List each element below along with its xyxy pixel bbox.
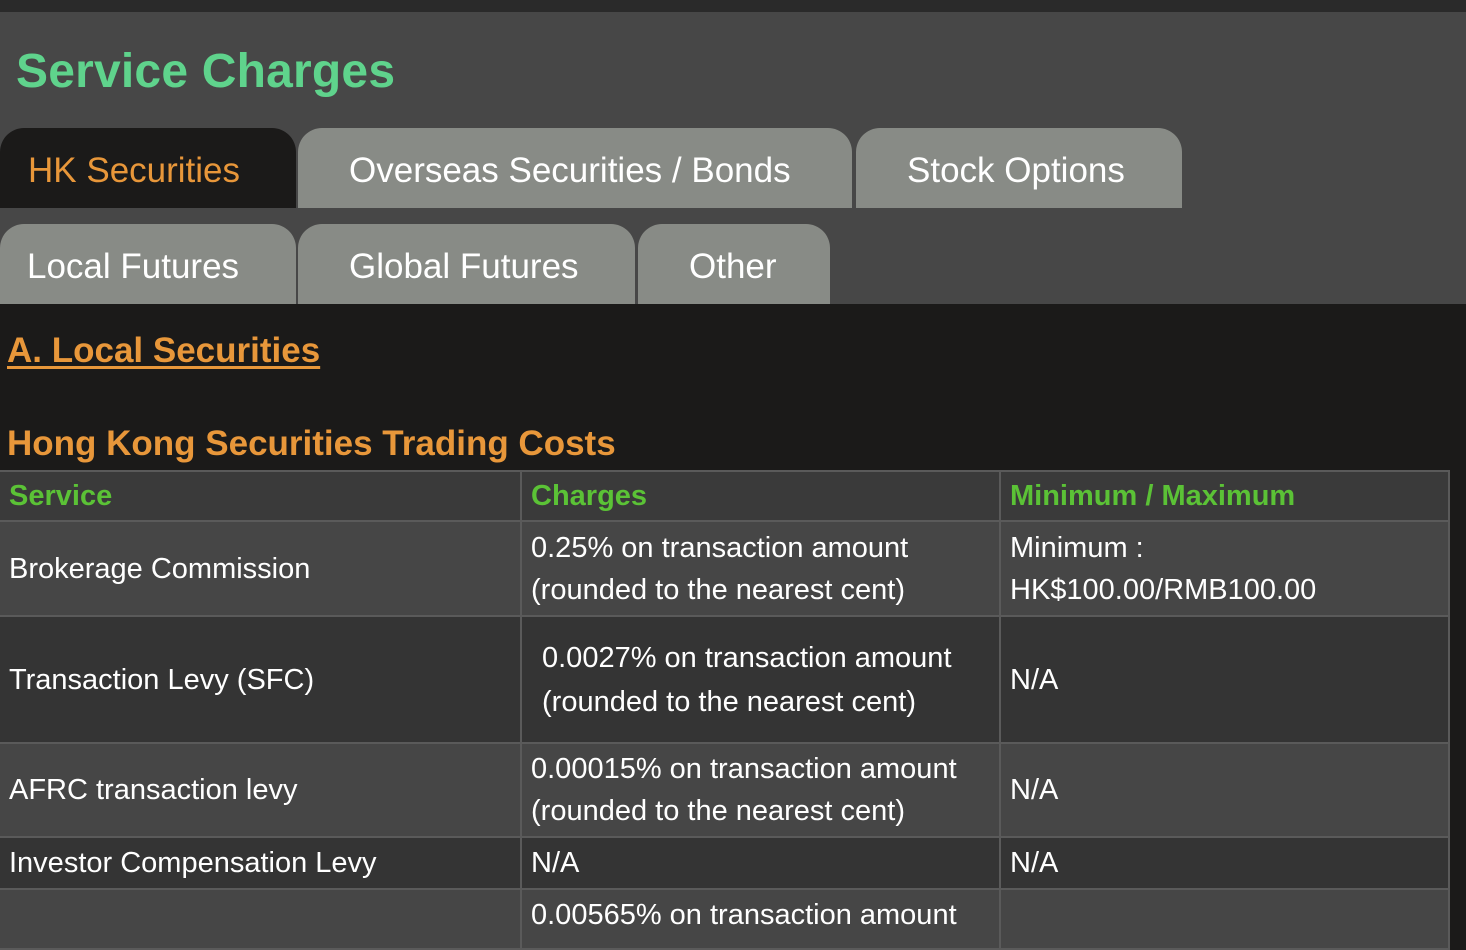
tab-local-futures[interactable]: Local Futures — [0, 224, 296, 304]
table-row: Transaction Levy (SFC) 0.0027% on transa… — [0, 615, 1450, 744]
charges-line: (rounded to the nearest cent) — [531, 795, 906, 827]
min-max-line: HK$100.00/RMB100.00 — [1010, 573, 1317, 606]
table-header-row: Service Charges Minimum / Maximum — [0, 470, 1450, 522]
charges-line: 0.00565% on transaction amount — [531, 899, 957, 931]
tab-label: Global Futures — [349, 247, 579, 286]
content-area: A. Local Securities Hong Kong Securities… — [0, 304, 1466, 950]
min-max-cell — [999, 888, 1450, 950]
column-header-charges: Charges — [520, 470, 1001, 522]
charges-cell: 0.00015% on transaction amount (rounded … — [520, 742, 1001, 838]
column-header-service: Service — [0, 470, 522, 522]
tab-other[interactable]: Other — [638, 224, 830, 304]
page-title: Service Charges — [16, 45, 396, 98]
service-cell: Brokerage Commission — [0, 520, 522, 617]
min-max-line: Minimum : — [1010, 531, 1144, 564]
charges-cell: N/A — [520, 836, 1001, 890]
service-cell — [0, 888, 522, 950]
service-cell: AFRC transaction levy — [0, 742, 522, 838]
tab-global-futures[interactable]: Global Futures — [298, 224, 635, 304]
table-row: Investor Compensation Levy N/A N/A — [0, 836, 1450, 890]
tab-overseas-securities-bonds[interactable]: Overseas Securities / Bonds — [298, 128, 852, 208]
service-cell: Transaction Levy (SFC) — [0, 615, 522, 744]
table-row: Brokerage Commission 0.25% on transactio… — [0, 520, 1450, 617]
charges-line: 0.25% on transaction amount — [531, 531, 909, 564]
charges-line: 0.0027% on transaction amount — [542, 641, 952, 674]
tab-label: Stock Options — [907, 151, 1125, 190]
top-strip — [0, 0, 1466, 12]
table-row: AFRC transaction levy 0.00015% on transa… — [0, 742, 1450, 838]
local-securities-link[interactable]: A. Local Securities — [7, 331, 320, 371]
column-header-min-max: Minimum / Maximum — [999, 470, 1450, 522]
charges-line: (rounded to the nearest cent) — [531, 573, 906, 606]
tab-label: HK Securities — [28, 151, 241, 190]
min-max-cell: N/A — [999, 742, 1450, 838]
charges-line: 0.00015% on transaction amount — [531, 753, 957, 785]
charges-line: (rounded to the nearest cent) — [542, 685, 917, 718]
service-cell: Investor Compensation Levy — [0, 836, 522, 890]
tab-hk-securities[interactable]: HK Securities — [0, 128, 296, 208]
min-max-cell: N/A — [999, 836, 1450, 890]
table-title: Hong Kong Securities Trading Costs — [7, 424, 616, 463]
trading-costs-table: Service Charges Minimum / Maximum Broker… — [0, 470, 1450, 950]
tab-label: Overseas Securities / Bonds — [349, 151, 791, 190]
table-row: 0.00565% on transaction amount — [0, 888, 1450, 950]
min-max-cell: Minimum : HK$100.00/RMB100.00 — [999, 520, 1450, 617]
charges-cell: 0.0027% on transaction amount (rounded t… — [520, 615, 1001, 744]
charges-cell: 0.25% on transaction amount (rounded to … — [520, 520, 1001, 617]
page-header: Service Charges HK Securities Overseas S… — [0, 12, 1466, 304]
tab-label: Other — [689, 247, 777, 286]
min-max-cell: N/A — [999, 615, 1450, 744]
tab-stock-options[interactable]: Stock Options — [856, 128, 1182, 208]
charges-cell: 0.00565% on transaction amount — [520, 888, 1001, 950]
tab-label: Local Futures — [27, 247, 240, 286]
